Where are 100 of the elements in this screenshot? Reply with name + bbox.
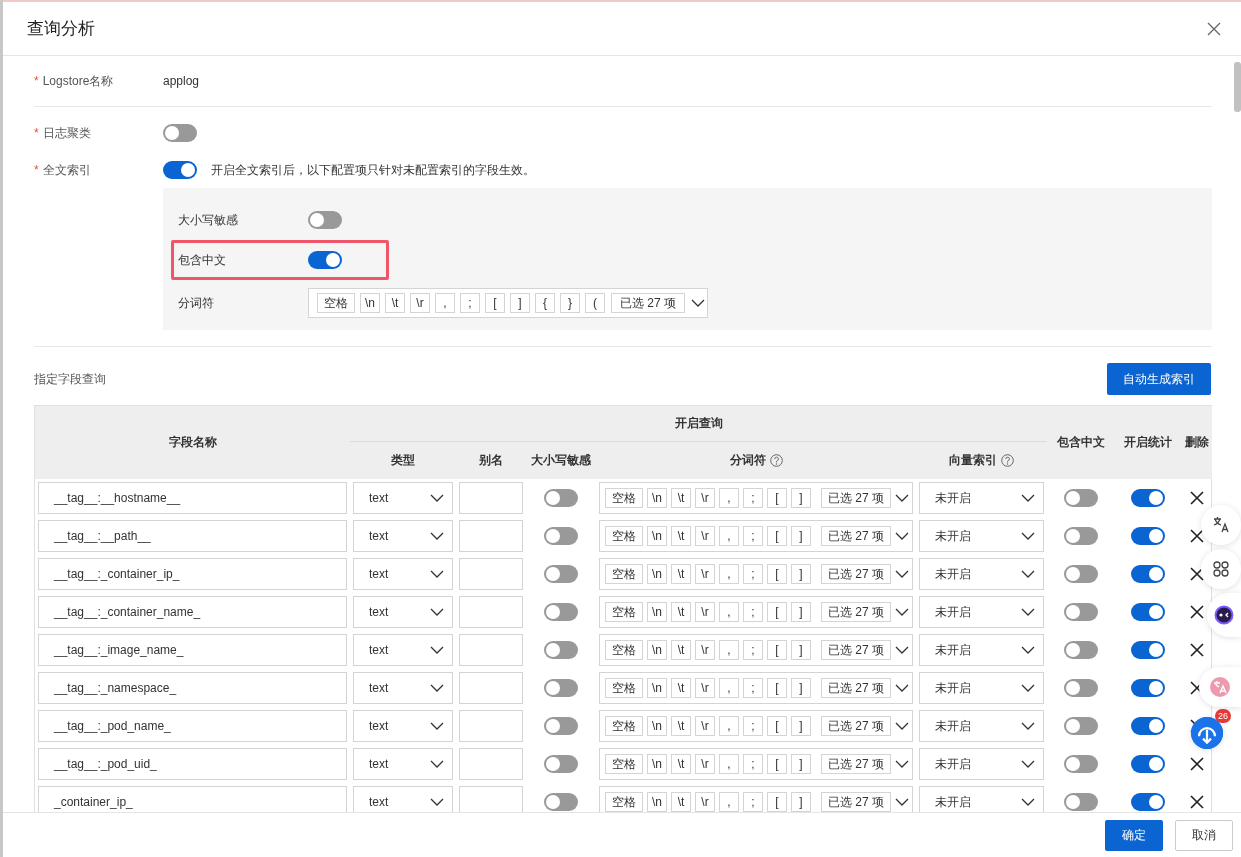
alias-input[interactable] [459,672,523,704]
delimiter-tag: , [719,716,739,736]
delete-button[interactable] [1189,567,1204,581]
toggle-switch[interactable] [1131,603,1165,621]
toggle-switch[interactable] [1064,489,1098,507]
delimiter-select[interactable]: 空格 \n \t \r , ; [ ] 已选 27 项 [599,710,913,742]
auto-generate-button[interactable]: 自动生成索引 [1107,363,1211,395]
delimiter-tag: , [719,792,739,812]
delimiter-select[interactable]: 空格 \n \t \r , ; [ ] 已选 27 项 [599,520,913,552]
toggle-switch[interactable] [544,755,578,773]
alias-input[interactable] [459,596,523,628]
field-name-input[interactable]: __tag__:_pod_name_ [38,710,347,742]
type-select[interactable]: text [353,596,453,628]
vector-index-select[interactable]: 未开启 [919,710,1044,742]
field-name-input[interactable]: __tag__:_namespace_ [38,672,347,704]
toggle-switch[interactable] [544,641,578,659]
toggle-switch[interactable] [1131,641,1165,659]
toggle-switch[interactable] [1131,793,1165,811]
delimiter-tag: ; [460,293,480,313]
toggle-switch[interactable] [544,489,578,507]
type-select[interactable]: text [353,786,453,812]
delimiter-select[interactable]: 空格 \n \t \r , ; [ ] 已选 27 项 [599,558,913,590]
vector-index-select[interactable]: 未开启 [919,596,1044,628]
alias-input[interactable] [459,558,523,590]
toggle-switch[interactable] [1064,679,1098,697]
delimiter-select[interactable]: 空格 \n \t \r , ; [ ] 已选 27 项 [599,672,913,704]
delimiter-select[interactable]: 空格 \n \t \r , ; [ ] 已选 27 项 [599,596,913,628]
toggle-switch[interactable] [308,251,342,269]
toggle-switch[interactable] [1064,527,1098,545]
delete-button[interactable] [1189,757,1204,771]
vector-index-select[interactable]: 未开启 [919,672,1044,704]
caret-icon [430,722,444,730]
toggle-switch[interactable] [544,679,578,697]
toggle-switch[interactable] [544,717,578,735]
vector-index-select[interactable]: 未开启 [919,634,1044,666]
vector-index-select[interactable]: 未开启 [919,558,1044,590]
delimiter-tag: ] [791,792,811,812]
type-select[interactable]: text [353,558,453,590]
field-name-input[interactable]: __tag__:_image_name_ [38,634,347,666]
delimiter-select[interactable]: 空格 \n \t \r , ; [ ] { } ( 已选 27 项 [308,288,708,318]
toggle-switch[interactable] [1064,641,1098,659]
toggle-switch[interactable] [1131,565,1165,583]
toggle-switch[interactable] [1064,565,1098,583]
type-select[interactable]: text [353,520,453,552]
field-name-input[interactable]: __tag__:_pod_uid_ [38,748,347,780]
confirm-button[interactable]: 确定 [1105,819,1163,851]
delete-button[interactable] [1189,795,1204,809]
vector-index-select[interactable]: 未开启 [919,748,1044,780]
vector-index-select[interactable]: 未开启 [919,520,1044,552]
vector-index-select[interactable]: 未开启 [919,482,1044,514]
delimiter-tag: \r [695,716,715,736]
alias-input[interactable] [459,482,523,514]
toggle-switch[interactable] [1131,489,1165,507]
toggle-switch[interactable] [1064,793,1098,811]
toggle-switch[interactable] [1064,755,1098,773]
field-name-input[interactable]: _container_ip_ [38,786,347,812]
alias-input[interactable] [459,748,523,780]
delimiter-tag: ; [743,526,763,546]
type-select[interactable]: text [353,748,453,780]
toggle-switch[interactable] [544,603,578,621]
toggle-switch[interactable] [1131,527,1165,545]
floating-tool-menu[interactable] [1201,505,1241,545]
toggle-switch[interactable] [1131,679,1165,697]
type-select[interactable]: text [353,710,453,742]
toggle-switch[interactable] [1064,603,1098,621]
caret-icon [1021,760,1035,768]
delete-button[interactable] [1189,529,1204,543]
vector-index-select[interactable]: 未开启 [919,786,1044,812]
delete-button[interactable] [1189,643,1204,657]
delete-button[interactable] [1189,491,1204,505]
toggle-switch[interactable] [308,211,342,229]
type-select[interactable]: text [353,672,453,704]
delimiter-select[interactable]: 空格 \n \t \r , ; [ ] 已选 27 项 [599,634,913,666]
delimiter-select[interactable]: 空格 \n \t \r , ; [ ] 已选 27 项 [599,786,913,812]
cancel-button[interactable]: 取消 [1175,819,1233,851]
alias-input[interactable] [459,520,523,552]
toggle-switch[interactable] [1131,717,1165,735]
toggle-switch[interactable] [163,124,197,142]
toggle-switch[interactable] [163,161,197,179]
field-name-input[interactable]: __tag__:__path__ [38,520,347,552]
delimiter-select[interactable]: 空格 \n \t \r , ; [ ] 已选 27 项 [599,748,913,780]
field-name-input[interactable]: __tag__:__hostname__ [38,482,347,514]
type-select[interactable]: text [353,634,453,666]
toggle-switch[interactable] [544,565,578,583]
field-name-input[interactable]: __tag__:_container_name_ [38,596,347,628]
alias-input[interactable] [459,634,523,666]
scrollbar[interactable] [1234,62,1241,112]
type-select[interactable]: text [353,482,453,514]
floating-tool-menu[interactable] [1201,549,1241,589]
delete-button[interactable] [1189,605,1204,619]
field-name-input[interactable]: __tag__:_container_ip_ [38,558,347,590]
alias-input[interactable] [459,710,523,742]
toggle-switch[interactable] [544,527,578,545]
alias-input[interactable] [459,786,523,812]
toggle-switch[interactable] [544,793,578,811]
delimiter-select[interactable]: 空格 \n \t \r , ; [ ] 已选 27 项 [599,482,913,514]
toggle-switch[interactable] [1131,755,1165,773]
floating-tool-menu[interactable] [1207,593,1241,637]
toggle-switch[interactable] [1064,717,1098,735]
delimiter-tag: \r [695,526,715,546]
